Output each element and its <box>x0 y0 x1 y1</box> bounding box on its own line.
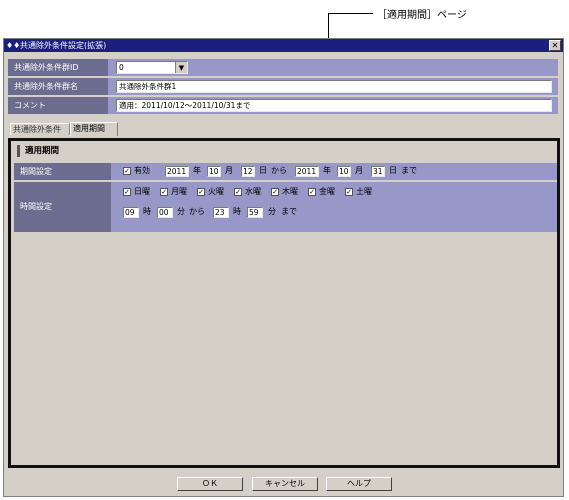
weekday-label-mon: 月曜 <box>171 187 187 196</box>
minute-unit: 分 <box>177 207 185 216</box>
group-name-input[interactable]: 共通除外条件群1 <box>116 80 552 93</box>
weekday-checkbox-mon[interactable]: ✓ <box>160 188 168 196</box>
group-name-label: 共通除外条件群名 <box>8 78 108 95</box>
time-until-word: まで <box>281 207 297 216</box>
weekday-checkbox-thu[interactable]: ✓ <box>271 188 279 196</box>
month-unit: 月 <box>355 166 363 175</box>
window-title: 共通除外条件設定(拡張) <box>20 41 107 50</box>
tab-common-exclusion[interactable]: 共通除外条件 <box>10 123 70 135</box>
cancel-button[interactable]: キャンセル <box>252 477 318 491</box>
group-name-row: 共通除外条件群1 <box>108 78 558 95</box>
year-unit: 年 <box>193 166 201 175</box>
dialog-window: ♦♦ 共通除外条件設定(拡張) ✕ 共通除外条件群ID 0 ▼ 共通除外条件群名… <box>3 38 564 497</box>
comment-label: コメント <box>8 97 108 114</box>
weekday-checkbox-sat[interactable]: ✓ <box>345 188 353 196</box>
to-hour-input[interactable]: 23 <box>213 207 229 218</box>
time-from-word: から <box>189 207 205 216</box>
from-year-input[interactable]: 2011 <box>165 166 189 177</box>
hour-unit: 時 <box>143 207 151 216</box>
weekday-label-wed: 水曜 <box>245 187 261 196</box>
day-unit: 日 <box>389 166 397 175</box>
ok-button[interactable]: ＯＫ <box>177 477 243 491</box>
to-year-input[interactable]: 2011 <box>295 166 319 177</box>
from-month-input[interactable]: 10 <box>207 166 221 177</box>
from-word: から <box>271 166 287 175</box>
day-unit: 日 <box>259 166 267 175</box>
weekday-checkbox-fri[interactable]: ✓ <box>308 188 316 196</box>
apply-period-panel: 適用期間 期間設定 ✓ 有効 2011 年 10 月 12 日 から 2011 … <box>8 138 560 468</box>
enabled-label: 有効 <box>134 166 150 175</box>
year-unit: 年 <box>323 166 331 175</box>
group-id-spacer <box>192 61 558 74</box>
weekday-label-sat: 土曜 <box>356 187 372 196</box>
from-minute-input[interactable]: 00 <box>157 207 173 218</box>
comment-input[interactable]: 適用：2011/10/12～2011/10/31まで <box>116 99 552 112</box>
group-id-row: 0 ▼ <box>108 59 558 76</box>
weekday-checkbox-wed[interactable]: ✓ <box>234 188 242 196</box>
from-day-input[interactable]: 12 <box>241 166 255 177</box>
help-button[interactable]: ヘルプ <box>326 477 392 491</box>
month-unit: 月 <box>225 166 233 175</box>
weekday-label-tue: 火曜 <box>208 187 224 196</box>
section-title: 適用期間 <box>25 146 60 156</box>
from-hour-input[interactable]: 09 <box>123 207 139 218</box>
enabled-checkbox[interactable]: ✓ <box>123 167 131 175</box>
close-button[interactable]: ✕ <box>549 40 561 51</box>
close-icon: ✕ <box>551 41 559 50</box>
to-day-input[interactable]: 31 <box>371 166 385 177</box>
period-setting-label: 期間設定 <box>14 163 111 180</box>
weekday-label-thu: 木曜 <box>282 187 298 196</box>
period-setting-row: ✓ 有効 2011 年 10 月 12 日 から 2011 年 10 月 31 … <box>111 163 557 180</box>
time-setting-row: ✓ 日曜 ✓ 月曜 ✓ 火曜 ✓ 水曜 ✓ 木曜 ✓ 金曜 ✓ 土曜 09 時 … <box>111 182 557 232</box>
weekday-checkbox-sun[interactable]: ✓ <box>123 188 131 196</box>
group-id-select[interactable]: 0 ▼ <box>116 61 188 74</box>
weekday-label-sun: 日曜 <box>134 187 150 196</box>
weekday-checkbox-tue[interactable]: ✓ <box>197 188 205 196</box>
minute-unit: 分 <box>268 207 276 216</box>
app-icon: ♦♦ <box>6 41 21 50</box>
tab-apply-period[interactable]: 適用期間 <box>70 122 118 136</box>
until-word: まで <box>401 166 417 175</box>
hour-unit: 時 <box>233 207 241 216</box>
title-bar: ♦♦ 共通除外条件設定(拡張) ✕ <box>4 39 563 52</box>
to-month-input[interactable]: 10 <box>337 166 351 177</box>
callout-label: ［適用期間］ページ <box>377 10 467 21</box>
group-id-value: 0 <box>119 63 124 72</box>
weekday-label-fri: 金曜 <box>319 187 335 196</box>
comment-row: 適用：2011/10/12～2011/10/31まで <box>108 97 558 114</box>
chevron-down-icon[interactable]: ▼ <box>175 62 187 73</box>
callout-line <box>328 13 373 14</box>
time-setting-label: 時間設定 <box>14 182 111 232</box>
to-minute-input[interactable]: 59 <box>247 207 263 218</box>
group-id-label: 共通除外条件群ID <box>8 59 108 76</box>
